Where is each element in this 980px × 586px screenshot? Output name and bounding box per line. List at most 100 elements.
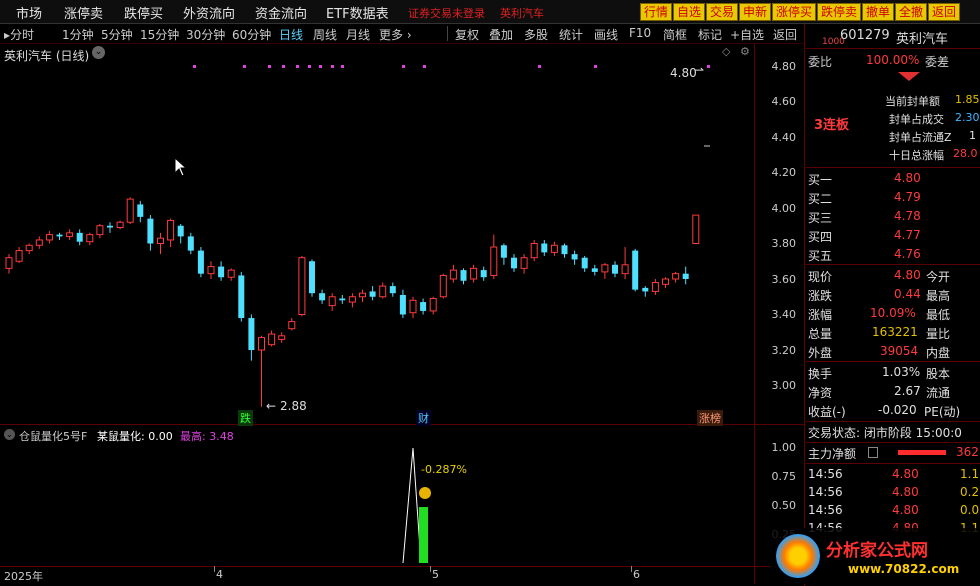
stat-value: 4.80 [894,268,921,282]
price-axis-divider [754,44,755,584]
candlestick-chart[interactable] [0,44,754,424]
high-arrow-icon: ⇀ [694,63,705,77]
watchlist-button[interactable]: 自选 [673,3,706,21]
candle-body [278,335,286,340]
menu-etf-data[interactable]: ETF数据表 [326,3,389,22]
tab-15min[interactable]: 15分钟 [140,26,179,43]
tool-adjust[interactable]: 复权 [455,26,479,43]
candle-body [662,278,669,285]
bid-price[interactable]: 4.76 [894,247,921,261]
candle-body [621,264,629,275]
tab-monthly[interactable]: 月线 [346,26,370,43]
limit-up-buy-button[interactable]: 涨停买 [772,3,817,21]
candle-body [76,232,83,242]
watermark-title: 分析家公式网 [826,541,928,561]
login-status-link[interactable]: 证券交易未登录 [408,5,485,21]
fall-badge[interactable]: 跌 [238,410,253,426]
bid-price[interactable]: 4.79 [894,190,921,204]
seal-label: 封单占成交 [889,113,944,126]
stat-value: 10.09% [870,306,916,320]
candle-body [319,293,326,301]
tool-add-watchlist[interactable]: +自选 [730,26,764,43]
seal-value: 1.85 [955,93,980,106]
candle-body [126,198,134,223]
stat-label: 净资 [808,386,833,400]
stat-label: PE(动) [924,405,961,419]
indicator-chart[interactable] [0,425,754,566]
finance-badge[interactable]: 财 [416,410,431,426]
tab-1min[interactable]: 1分钟 [62,26,94,43]
candle-body [511,257,517,269]
menu-foreign-flow[interactable]: 外资流向 [183,3,235,22]
tool-simple-frame[interactable]: 简框 [663,26,687,43]
candle-body [369,291,376,297]
tool-draw[interactable]: 画线 [594,26,618,43]
tool-statistics[interactable]: 统计 [559,26,583,43]
divider [806,463,980,464]
tab-30min[interactable]: 30分钟 [186,26,225,43]
menu-capital-flow[interactable]: 资金流向 [255,3,307,22]
seal-info: 当前封单额 1.85 封单占成交 2.30 封单占流通Z 1 十日总涨幅 28.… [885,93,980,169]
tab-more[interactable]: 更多 › [379,26,412,43]
tab-5min[interactable]: 5分钟 [101,26,133,43]
stat-value: 39054 [880,344,919,358]
stat-value: 0.44 [894,287,921,301]
menu-limit-down-buy[interactable]: 跌停买 [124,3,163,22]
tick-time: 14:56 [808,467,843,481]
tool-overlay[interactable]: 叠加 [489,26,513,43]
candle-body [25,244,33,252]
back-button[interactable]: 返回 [928,3,961,21]
indicator-tick: 1.00 [771,441,797,454]
tool-f10[interactable]: F10 [629,26,651,40]
candle-body [672,273,680,280]
tab-daily[interactable]: 日线 [279,26,303,43]
limit-list-badge[interactable]: 涨榜 [697,410,723,426]
quote-button[interactable]: 行情 [640,3,673,21]
candle-body [56,234,63,237]
candle-body [218,266,225,278]
limit-down-sell-button[interactable]: 跌停卖 [817,3,862,21]
candle-body [147,218,154,244]
signal-dot [538,65,541,68]
candle-body [581,257,588,269]
tool-multi-stock[interactable]: 多股 [524,26,548,43]
indicator-annotation: -0.287% [421,463,467,476]
candle-body [399,294,406,315]
candle-body [5,257,13,269]
sad-face-icon [419,487,431,499]
stat-value: 2.67 [894,384,921,398]
signal-dot [296,65,299,68]
main-flow-bar [898,450,946,455]
candle-body [187,236,194,251]
candle-body [86,234,94,243]
stock-name-link[interactable]: 英利汽车 [500,5,544,21]
trade-button[interactable]: 交易 [706,3,739,21]
tick-volume: 0.2 [960,485,980,499]
price-tick: 4.00 [771,202,797,215]
cancel-all-button[interactable]: 全撤 [895,3,928,21]
bid-price[interactable]: 4.80 [894,171,921,185]
cancel-order-button[interactable]: 撤单 [862,3,895,21]
list-icon[interactable] [868,447,878,458]
menu-market[interactable]: 市场 [16,3,42,22]
tool-back[interactable]: 返回 [773,26,797,43]
candle-body [268,333,276,346]
bid-price[interactable]: 4.77 [894,228,921,242]
tab-60min[interactable]: 60分钟 [232,26,271,43]
tick-volume: 0.0 [960,503,980,517]
right-panel-divider [804,24,805,586]
price-tick: 3.60 [771,273,797,286]
tool-mark[interactable]: 标记 [698,26,722,43]
candle-body [227,269,235,278]
bid-price[interactable]: 4.78 [894,209,921,223]
candle-body [45,234,53,241]
divider [806,361,980,362]
menu-limit-up-sell[interactable]: 涨停卖 [64,3,103,22]
stat-label: 内盘 [926,346,951,360]
signal-dot [243,65,246,68]
tab-weekly[interactable]: 周线 [313,26,337,43]
stat-label: 涨跌 [808,289,833,303]
tab-intraday[interactable]: ▸分时 [4,26,34,43]
time-axis-divider [0,566,804,567]
ipo-button[interactable]: 申新 [739,3,772,21]
